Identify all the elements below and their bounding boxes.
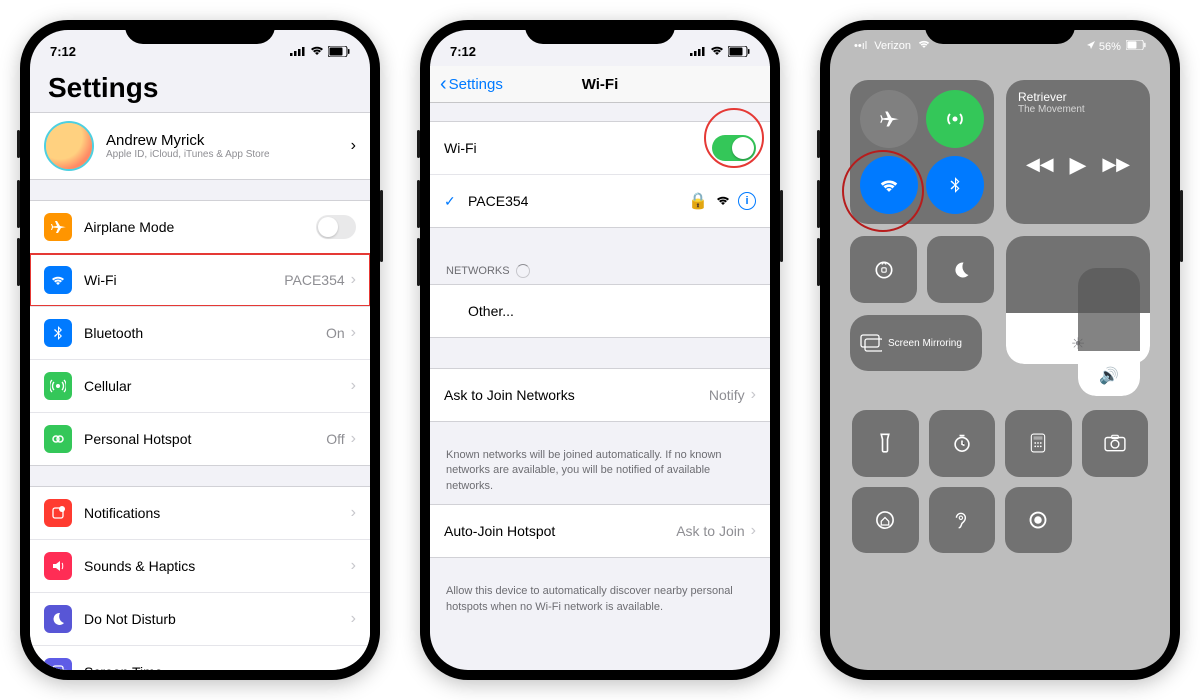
play-button[interactable]: ▶	[1070, 152, 1087, 178]
battery-icon	[728, 46, 750, 57]
info-icon[interactable]: i	[738, 192, 756, 210]
connectivity-tile	[850, 80, 994, 224]
wifi-toggle-row: Wi-Fi	[430, 122, 770, 174]
wifi-icon	[710, 46, 724, 56]
profile-section[interactable]: Andrew Myrick Apple ID, iCloud, iTunes &…	[30, 112, 370, 180]
profile-name: Andrew Myrick	[106, 132, 339, 149]
music-tile[interactable]: Retriever The Movement ◀◀ ▶ ▶▶	[1006, 80, 1150, 224]
chevron-icon: ›	[751, 386, 756, 404]
row-screentime[interactable]: Screen Time ›	[30, 645, 370, 670]
chevron-icon: ›	[751, 522, 756, 540]
screen-mirroring-button[interactable]: Screen Mirroring	[850, 315, 982, 371]
chevron-icon: ›	[351, 377, 356, 395]
check-icon: ✓	[444, 193, 460, 210]
location-icon	[1086, 40, 1096, 50]
status-time: 7:12	[450, 44, 476, 59]
status-icons	[690, 46, 750, 57]
row-airplane[interactable]: Airplane Mode	[30, 201, 370, 253]
profile-sub: Apple ID, iCloud, iTunes & App Store	[106, 149, 339, 160]
flashlight-button[interactable]	[852, 410, 919, 477]
wifi-toggle[interactable]	[712, 135, 756, 161]
navbar: ‹ Settings Wi-Fi	[430, 66, 770, 103]
wifi-icon	[310, 46, 324, 56]
lock-icon: 🔒	[688, 191, 708, 211]
mirror-icon	[860, 334, 882, 352]
hearing-button[interactable]	[929, 487, 996, 554]
spinner-icon	[516, 264, 530, 278]
wifi-icon	[44, 266, 72, 294]
wifi-icon	[918, 40, 930, 49]
music-title: Retriever	[1018, 90, 1138, 104]
auto-join-row[interactable]: Auto-Join Hotspot Ask to Join ›	[430, 505, 770, 557]
notifications-icon	[44, 499, 72, 527]
networks-header: NETWORKS	[430, 248, 770, 284]
chevron-left-icon: ‹	[440, 73, 447, 96]
airplane-toggle[interactable]	[316, 215, 356, 239]
wifi-button[interactable]	[860, 156, 918, 214]
bluetooth-icon	[44, 319, 72, 347]
page-title: Settings	[30, 66, 370, 112]
sounds-icon	[44, 552, 72, 580]
row-hotspot[interactable]: Personal Hotspot Off ›	[30, 412, 370, 465]
signal-icon	[690, 46, 706, 56]
prev-button[interactable]: ◀◀	[1026, 154, 1054, 175]
battery-status: 56%	[1086, 40, 1146, 53]
orientation-lock-button[interactable]	[850, 236, 917, 303]
connected-network-row[interactable]: ✓ PACE354 🔒 i	[430, 174, 770, 227]
ask-join-row[interactable]: Ask to Join Networks Notify ›	[430, 369, 770, 421]
airplane-button[interactable]	[860, 90, 918, 148]
chevron-icon: ›	[351, 271, 356, 289]
airplane-icon	[44, 213, 72, 241]
row-wifi[interactable]: Wi-Fi PACE354 ›	[30, 253, 370, 306]
back-button[interactable]: ‹ Settings	[440, 73, 503, 96]
chevron-icon: ›	[351, 663, 356, 670]
volume-slider[interactable]: 🔊	[1078, 268, 1140, 396]
row-bluetooth[interactable]: Bluetooth On ›	[30, 306, 370, 359]
auto-footer: Allow this device to automatically disco…	[430, 578, 770, 625]
signal-icon: ••ıl	[854, 40, 867, 52]
hotspot-icon	[44, 425, 72, 453]
home-button[interactable]	[852, 487, 919, 554]
phone-control-center: ••ıl Verizon 56%	[820, 20, 1180, 680]
avatar	[44, 121, 94, 171]
row-dnd[interactable]: Do Not Disturb ›	[30, 592, 370, 645]
screen-record-button[interactable]	[1005, 487, 1072, 554]
chevron-icon: ›	[351, 557, 356, 575]
bluetooth-button[interactable]	[926, 156, 984, 214]
phone-settings: 7:12 Settings Andrew Myrick Apple ID, iC…	[20, 20, 380, 680]
chevron-icon: ›	[351, 324, 356, 342]
status-icons	[290, 46, 350, 57]
status-time: 7:12	[50, 44, 76, 59]
calculator-button[interactable]	[1005, 410, 1072, 477]
signal-icon	[290, 46, 306, 56]
battery-icon	[1126, 40, 1146, 50]
row-sounds[interactable]: Sounds & Haptics ›	[30, 539, 370, 592]
other-network-row[interactable]: Other...	[430, 285, 770, 337]
chevron-icon: ›	[351, 504, 356, 522]
dnd-icon	[44, 605, 72, 633]
dnd-button[interactable]	[927, 236, 994, 303]
chevron-icon: ›	[351, 610, 356, 628]
next-button[interactable]: ▶▶	[1102, 154, 1130, 175]
chevron-icon: ›	[351, 430, 356, 448]
ask-footer: Known networks will be joined automatica…	[430, 442, 770, 504]
screentime-icon	[44, 658, 72, 670]
phone-wifi: 7:12 ‹ Settings Wi-Fi Wi-Fi ✓ PAC	[420, 20, 780, 680]
chevron-icon: ›	[351, 137, 356, 155]
cellular-icon	[44, 372, 72, 400]
wifi-icon	[716, 196, 730, 206]
cellular-button[interactable]	[926, 90, 984, 148]
carrier: ••ıl Verizon	[854, 40, 930, 53]
volume-icon: 🔊	[1099, 366, 1119, 386]
camera-button[interactable]	[1082, 410, 1149, 477]
music-artist: The Movement	[1018, 104, 1138, 115]
row-cellular[interactable]: Cellular ›	[30, 359, 370, 412]
battery-icon	[328, 46, 350, 57]
timer-button[interactable]	[929, 410, 996, 477]
nav-title: Wi-Fi	[582, 76, 619, 93]
row-notifications[interactable]: Notifications ›	[30, 487, 370, 539]
